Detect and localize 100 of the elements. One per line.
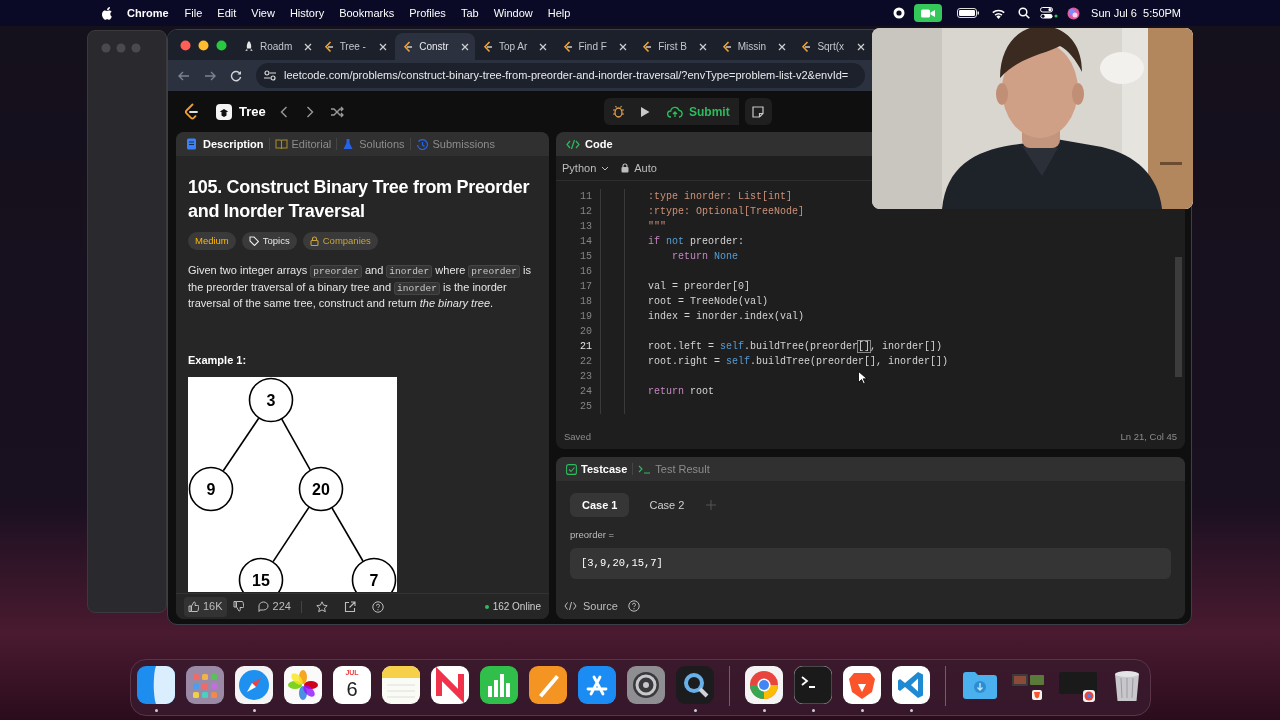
- code-line: return root: [647, 385, 715, 399]
- play-icon: [640, 105, 650, 118]
- tag-chip[interactable]: Companies: [302, 232, 378, 250]
- study-plan-icon[interactable]: [216, 103, 232, 120]
- finder-icon[interactable]: [137, 666, 175, 704]
- reload-icon[interactable]: [230, 69, 242, 82]
- window-controls-icon[interactable]: [180, 39, 228, 51]
- tag-chip[interactable]: Medium: [188, 232, 236, 250]
- browser-tab[interactable]: Sqrt(x: [793, 33, 873, 60]
- notepad-icon[interactable]: [382, 666, 420, 704]
- code-line: :rtype: Optional[TreeNode]: [647, 205, 805, 219]
- panel-tab[interactable]: Test Result: [638, 460, 710, 478]
- line-number: 18: [579, 295, 592, 309]
- menu-item[interactable]: View: [251, 4, 275, 22]
- browser-tab[interactable]: First B: [634, 33, 714, 60]
- tag-chip[interactable]: Topics: [241, 232, 297, 250]
- parameter-input[interactable]: [3,9,20,15,7]: [570, 548, 1171, 580]
- panel-tab[interactable]: Editorial: [274, 135, 332, 153]
- case-tab[interactable]: Case 1: [570, 493, 630, 517]
- flower-icon[interactable]: [284, 666, 322, 704]
- panel-tab[interactable]: Testcase: [566, 460, 628, 478]
- previous-chevron-icon[interactable]: [279, 105, 288, 118]
- menu-item[interactable]: Bookmarks: [339, 4, 395, 22]
- browser-tab[interactable]: Top Ar: [474, 33, 555, 60]
- address-bar[interactable]: leetcode.com/problems/construct-binary-tree-from-preorder-and-inorder-traversal/?envType=problem-list-v2&envId=: [256, 63, 865, 88]
- menu-item[interactable]: Profiles: [409, 4, 446, 22]
- scrollbar[interactable]: [1175, 257, 1182, 377]
- menu-item[interactable]: History: [289, 4, 325, 22]
- help-icon[interactable]: [627, 600, 640, 612]
- problem-list-title[interactable]: Tree: [239, 101, 266, 122]
- gear-icon[interactable]: [627, 666, 665, 704]
- help-icon[interactable]: [371, 600, 384, 613]
- close-icon[interactable]: [618, 42, 627, 51]
- tree-edge: [222, 417, 260, 472]
- search-icon[interactable]: [1018, 7, 1031, 19]
- terminal-icon[interactable]: [794, 666, 832, 704]
- panel-tab[interactable]: Submissions: [415, 135, 495, 153]
- back-arrow-icon[interactable]: [178, 70, 190, 81]
- menu-item[interactable]: Window: [493, 4, 533, 22]
- browser-tab[interactable]: Roadm: [236, 33, 316, 60]
- like-button[interactable]: 16K: [184, 596, 227, 617]
- close-icon[interactable]: [379, 42, 388, 51]
- menu-item[interactable]: Edit: [217, 4, 237, 22]
- tab-title: Missin: [737, 40, 767, 54]
- app-grid-icon[interactable]: [186, 666, 224, 704]
- clock[interactable]: Sun Jul 6 5:50PM: [1091, 4, 1181, 22]
- source-button[interactable]: Source: [564, 597, 618, 615]
- tab-title: First B: [658, 40, 687, 54]
- lion-icon[interactable]: [843, 666, 881, 704]
- browser-tab[interactable]: Missin: [713, 33, 794, 60]
- apple-logo-icon[interactable]: [101, 6, 112, 20]
- thumbs-down-icon[interactable]: [232, 601, 244, 612]
- close-icon[interactable]: [857, 42, 865, 51]
- browser-tab[interactable]: Find F: [554, 33, 635, 60]
- menu-item[interactable]: Tab: [460, 4, 479, 22]
- problem-statement: Given two integer arrays preorder and inorder where preorder is the preorder traversal of a binary tree and inorder is the inorder traversal of the same tree, construct and return the binary tree.: [188, 263, 532, 312]
- panel-title: Code: [585, 136, 613, 152]
- forward-arrow-icon[interactable]: [204, 70, 216, 81]
- tree-node: 3: [248, 377, 294, 423]
- menu-item[interactable]: File: [184, 4, 203, 22]
- browser-tab[interactable]: Tree -: [315, 33, 396, 60]
- leetcode-logo-icon: [403, 40, 414, 53]
- problem-title: 105. Construct Binary Tree from Preorder and Inorder Traversal: [188, 176, 531, 223]
- next-chevron-icon[interactable]: [305, 105, 314, 118]
- compass-icon[interactable]: [235, 666, 273, 704]
- close-icon[interactable]: [778, 42, 787, 51]
- lock-icon: [621, 163, 630, 173]
- panel-tab[interactable]: Solutions: [342, 135, 405, 153]
- tree-node: 20: [298, 466, 344, 512]
- magnifier-icon[interactable]: [676, 666, 714, 704]
- shuffle-icon[interactable]: [329, 105, 344, 118]
- star-icon[interactable]: [315, 600, 328, 613]
- code-editor-icon[interactable]: [892, 666, 930, 704]
- line-number: 19: [579, 310, 592, 324]
- app-menu[interactable]: Chrome: [127, 4, 169, 22]
- wifi-icon[interactable]: [991, 7, 1007, 19]
- share-icon[interactable]: [343, 600, 356, 613]
- battery-icon[interactable]: [957, 8, 980, 18]
- browser-icon[interactable]: [745, 666, 783, 704]
- comments-button[interactable]: 224: [257, 598, 291, 615]
- close-icon[interactable]: [699, 42, 707, 51]
- camera-in-use-indicator[interactable]: [914, 4, 943, 22]
- pen-icon[interactable]: [529, 666, 567, 704]
- notes-button[interactable]: [744, 98, 772, 125]
- panel-tab[interactable]: Description: [186, 135, 264, 153]
- news-icon[interactable]: [431, 666, 469, 704]
- close-icon[interactable]: [304, 42, 313, 51]
- record-icon[interactable]: [893, 7, 906, 19]
- menu-item[interactable]: Help: [547, 4, 571, 22]
- control-center-icon[interactable]: [1040, 7, 1059, 19]
- language-dropdown[interactable]: Python: [562, 159, 610, 177]
- siri-icon[interactable]: [1067, 6, 1081, 20]
- cloud-upload-icon: [667, 105, 683, 118]
- case-tab[interactable]: Case 2: [637, 493, 697, 517]
- app-store-icon[interactable]: [578, 666, 616, 704]
- close-icon[interactable]: [460, 42, 469, 51]
- browser-tab[interactable]: Constr: [395, 33, 475, 60]
- bar-chart-icon[interactable]: [480, 666, 518, 704]
- leetcode-logo-icon[interactable]: [184, 103, 198, 120]
- close-icon[interactable]: [539, 42, 548, 51]
